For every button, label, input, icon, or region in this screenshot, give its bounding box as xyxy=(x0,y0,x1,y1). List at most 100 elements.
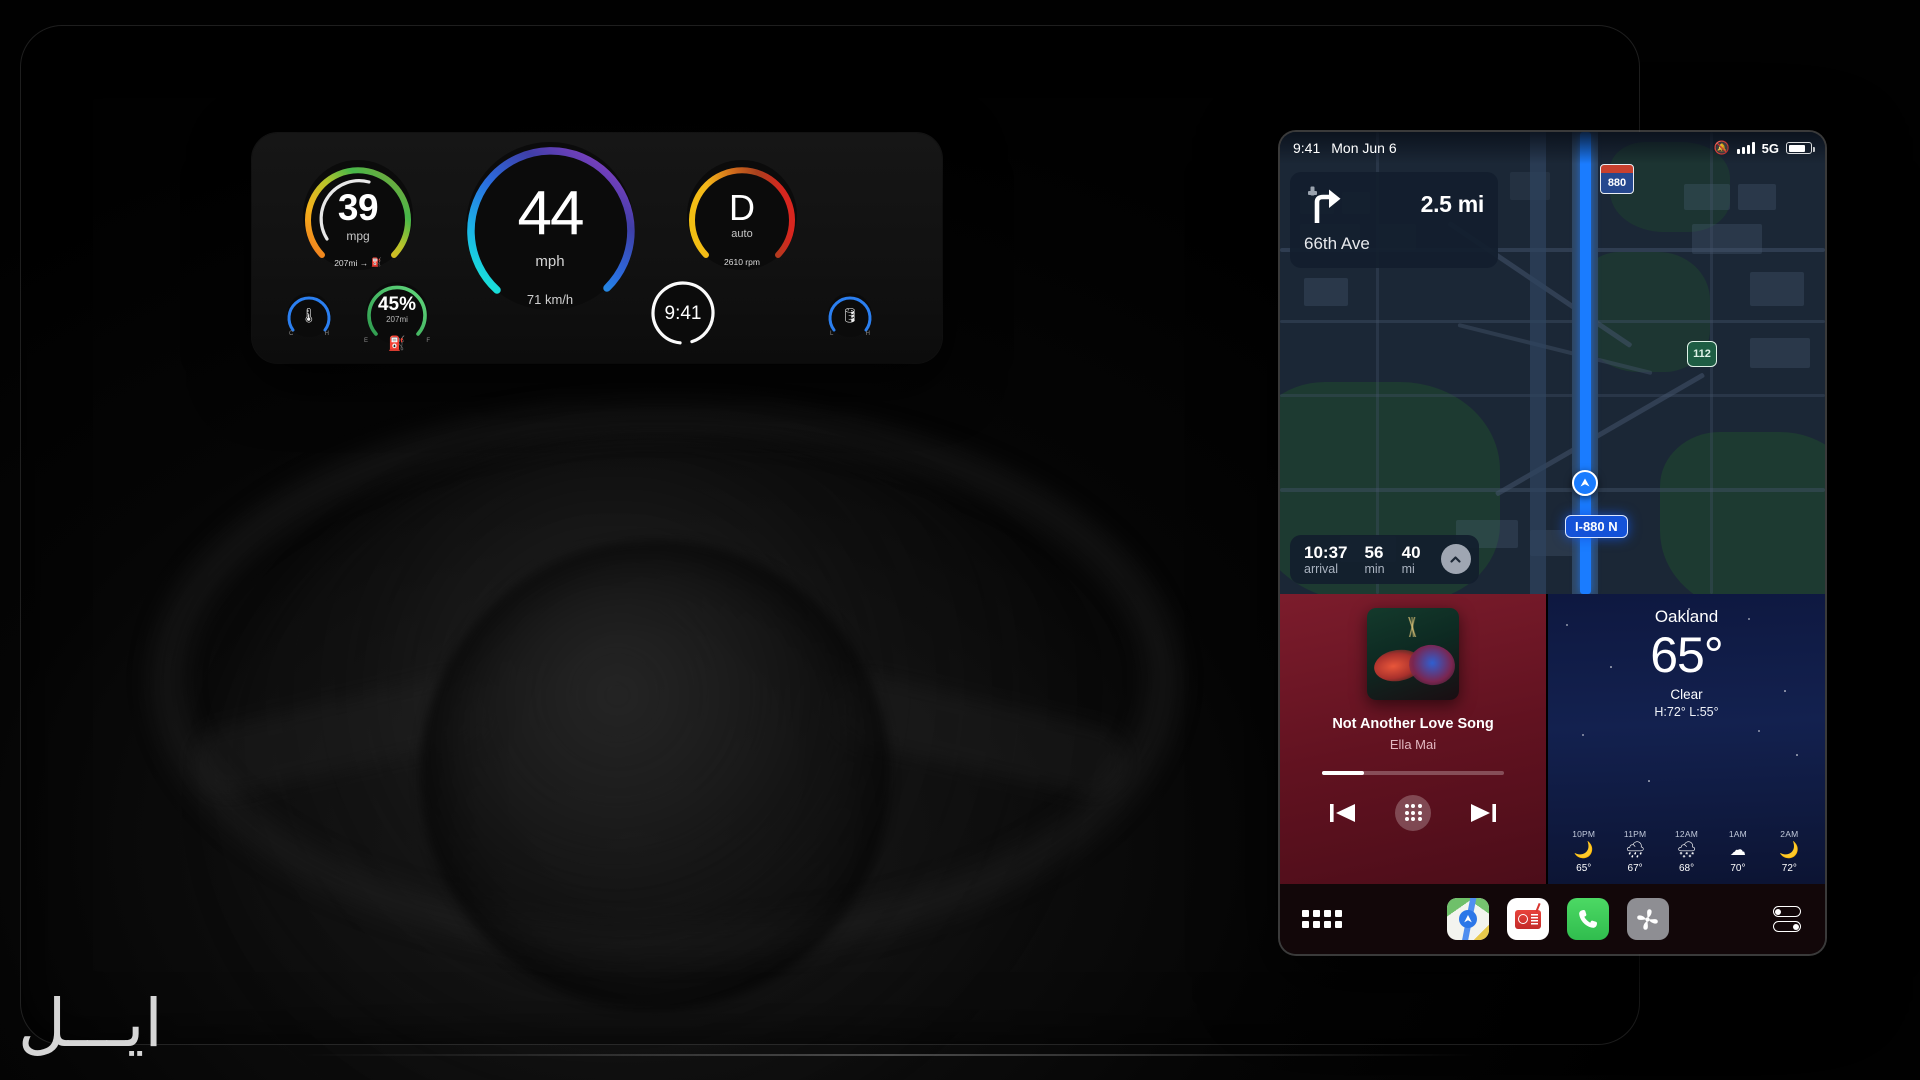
forecast-hour-label: 10PM xyxy=(1572,829,1596,839)
fuel-level-range: 207mi xyxy=(386,314,408,324)
forecast-temp: 72° xyxy=(1781,863,1797,874)
fuel-level-gauge: 45% 207mi ⛽ E F xyxy=(360,276,434,351)
radio-icon-grill xyxy=(1530,913,1538,925)
forecast-weather-icon: 🌨 xyxy=(1676,842,1697,859)
eta-bar[interactable]: 10:37 arrival 56 min 40 mi xyxy=(1290,534,1479,584)
forecast-weather-icon: 🌙 xyxy=(1779,842,1800,859)
dashboard-lip xyxy=(300,1054,1480,1056)
map-highway-casing xyxy=(1530,132,1546,594)
chevron-up-icon xyxy=(1450,556,1461,563)
eta-duration: 56 min xyxy=(1364,543,1384,576)
fuel-economy-unit: mpg xyxy=(346,228,370,243)
gear-value: D xyxy=(729,187,755,228)
weather-temperature: 65° xyxy=(1650,627,1724,683)
map-block xyxy=(1750,338,1810,368)
dock-apps xyxy=(1446,898,1669,940)
speed-metric: 71 km/h xyxy=(526,292,574,307)
track-list-button[interactable] xyxy=(1395,794,1431,831)
track-artist: Ella Mai xyxy=(1389,737,1437,752)
star xyxy=(1758,730,1760,732)
track-list-icon xyxy=(1404,804,1422,821)
carplay-dock xyxy=(1280,884,1825,954)
forecast-temp: 70° xyxy=(1730,863,1746,874)
route-direction-label: I-880 N xyxy=(1565,515,1628,538)
star xyxy=(1582,734,1584,736)
climate-app-icon[interactable] xyxy=(1626,898,1669,940)
app-grid-button[interactable] xyxy=(1302,910,1342,928)
star xyxy=(1784,690,1786,692)
turn-right-icon xyxy=(1308,186,1341,223)
star xyxy=(1688,608,1690,610)
artwork-figure-right xyxy=(1406,641,1458,689)
next-track-button[interactable] xyxy=(1469,801,1497,825)
map-block xyxy=(1738,184,1776,210)
maneuver-street: 66th Ave xyxy=(1304,234,1370,253)
eta-duration-value: 56 xyxy=(1364,542,1384,562)
oil-pressure-gauge: 🛢 L H xyxy=(824,289,876,341)
map-pane[interactable]: 9:41 Mon Jun 6 🔕 5G 2.5 mi 66th Ave 880 … xyxy=(1280,132,1825,594)
now-playing-widget[interactable]: Not Another Love Song Ella Mai xyxy=(1280,594,1546,884)
interstate-shield-880: 880 xyxy=(1600,164,1634,194)
map-road xyxy=(1280,488,1825,492)
speedometer-gauge: 44 mph 71 km/h xyxy=(455,131,645,321)
route-shield-label: 112 xyxy=(1693,348,1711,360)
toggle-icon-bottom xyxy=(1773,921,1801,932)
artwork-signature xyxy=(1390,617,1436,638)
forecast-hour: 12AM 🌨 68° xyxy=(1661,829,1712,874)
weather-high-low: H:72° L:55° xyxy=(1654,704,1719,719)
weather-widget[interactable]: Oakland 65° Clear H:72° L:55° 10PM 🌙 65°… xyxy=(1548,594,1825,884)
status-time: 9:41 xyxy=(1293,140,1321,156)
eta-expand-button[interactable] xyxy=(1440,544,1471,575)
maps-icon-pin xyxy=(1458,910,1477,928)
radio-icon-dial xyxy=(1517,914,1528,924)
gear-mode: auto xyxy=(731,228,753,240)
map-block xyxy=(1750,272,1804,306)
track-title: Not Another Love Song xyxy=(1332,716,1494,732)
forecast-hour: 11PM 🌧 67° xyxy=(1609,829,1660,874)
instrument-cluster: 39 mpg 207mi → ⛽ 44 mph 71 km/h D auto 2… xyxy=(252,133,942,363)
playback-progress-fill xyxy=(1322,771,1364,775)
forecast-hour-label: 2AM xyxy=(1780,829,1799,839)
maneuver-row: 2.5 mi xyxy=(1304,185,1484,223)
navigation-arrow-icon xyxy=(1463,915,1472,923)
fuel-economy-gauge: 39 mpg 207mi → ⛽ xyxy=(294,151,422,279)
phone-app-icon[interactable] xyxy=(1566,898,1609,940)
carplay-status-bar: 9:41 Mon Jun 6 🔕 5G xyxy=(1280,132,1825,164)
transmission-gauge: D auto 2610 rpm xyxy=(678,151,806,279)
speed-unit: mph xyxy=(535,253,565,270)
playback-progress-bar[interactable] xyxy=(1322,771,1504,775)
map-road xyxy=(1280,394,1825,397)
eta-arrival: 10:37 arrival xyxy=(1304,543,1347,576)
star xyxy=(1648,780,1650,782)
maneuver-distance: 2.5 mi xyxy=(1420,190,1485,217)
oil-low-label: L xyxy=(830,331,834,337)
eta-duration-label: min xyxy=(1364,562,1385,576)
playback-controls xyxy=(1329,794,1497,831)
previous-track-button[interactable] xyxy=(1329,801,1357,825)
radio-icon-body xyxy=(1514,902,1541,929)
network-type-label: 5G xyxy=(1761,140,1779,156)
next-track-icon xyxy=(1471,803,1496,822)
navigation-banner[interactable]: 2.5 mi 66th Ave xyxy=(1290,172,1498,268)
phone-handset-icon xyxy=(1578,909,1597,928)
mute-bell-icon: 🔕 xyxy=(1713,140,1730,155)
engine-rpm: 2610 rpm xyxy=(724,257,760,267)
coolant-cold-label: C xyxy=(289,331,294,337)
settings-toggles-button[interactable] xyxy=(1773,904,1803,934)
interstate-shield-label: 880 xyxy=(1607,176,1627,189)
star xyxy=(1566,624,1568,626)
forecast-hour-label: 12AM xyxy=(1675,829,1699,839)
forecast-temp: 65° xyxy=(1576,863,1592,874)
star xyxy=(1796,754,1798,756)
location-puck xyxy=(1572,470,1598,496)
fuel-level-value: 45% xyxy=(377,293,417,315)
forecast-hour-label: 1AM xyxy=(1728,829,1747,839)
maps-app-icon[interactable] xyxy=(1446,898,1489,940)
hourly-forecast: 10PM 🌙 65° 11PM 🌧 67° 12AM 🌨 68° 1AM ☁ 7… xyxy=(1558,829,1815,874)
fuel-pump-icon: ⛽ xyxy=(371,257,382,267)
widgets-row: Not Another Love Song Ella Mai Oakland 6… xyxy=(1280,594,1825,884)
weather-condition: Clear xyxy=(1670,686,1703,702)
radio-app-icon[interactable] xyxy=(1506,898,1549,940)
star xyxy=(1610,666,1612,668)
eta-arrival-value: 10:37 xyxy=(1304,542,1348,562)
